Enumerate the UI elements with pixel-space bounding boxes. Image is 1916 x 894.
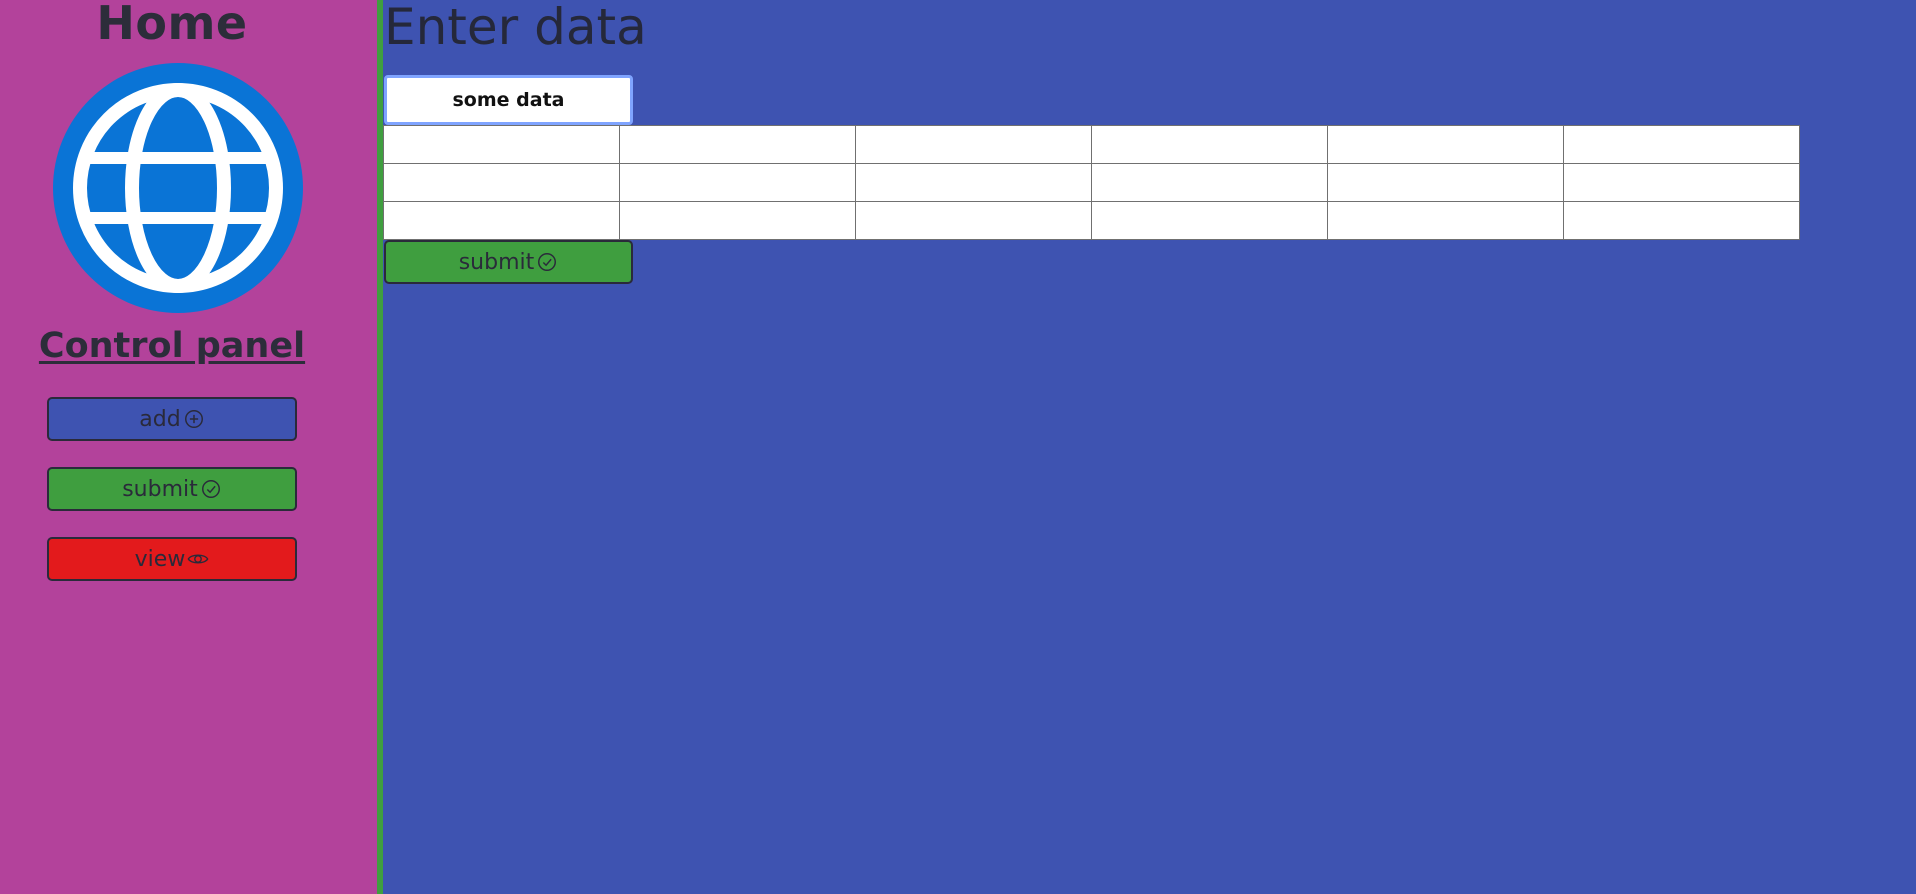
sidebar: Home Control panel add submit view xyxy=(0,0,377,894)
data-table xyxy=(383,125,1800,240)
add-button-label: add xyxy=(139,406,181,432)
table-cell[interactable] xyxy=(619,201,856,240)
plus-circle-icon xyxy=(183,408,205,430)
page-title: Enter data xyxy=(384,0,647,56)
table-row xyxy=(383,125,1800,164)
table-cell[interactable] xyxy=(383,201,620,240)
table-cell[interactable] xyxy=(619,125,856,164)
table-cell[interactable] xyxy=(383,125,620,164)
globe-icon xyxy=(53,63,303,313)
table-row xyxy=(383,163,1800,202)
home-title: Home xyxy=(96,0,248,50)
submit-button-label: submit xyxy=(458,249,535,275)
view-button[interactable]: view xyxy=(47,537,297,581)
table-cell[interactable] xyxy=(1091,125,1328,164)
table-cell[interactable] xyxy=(855,201,1092,240)
table-cell[interactable] xyxy=(1327,201,1564,240)
table-cell[interactable] xyxy=(1091,163,1328,202)
view-button-label: view xyxy=(134,546,186,572)
table-cell[interactable] xyxy=(619,163,856,202)
sidebar-submit-button[interactable]: submit xyxy=(47,467,297,511)
check-circle-icon xyxy=(536,251,558,273)
table-cell[interactable] xyxy=(383,163,620,202)
table-cell[interactable] xyxy=(1327,125,1564,164)
table-cell[interactable] xyxy=(1563,163,1800,202)
sidebar-submit-label: submit xyxy=(122,476,198,502)
table-cell[interactable] xyxy=(855,163,1092,202)
table-cell[interactable] xyxy=(1563,125,1800,164)
control-panel-title: Control panel xyxy=(38,326,306,366)
table-row xyxy=(383,201,1800,240)
check-circle-icon xyxy=(200,478,222,500)
data-input[interactable] xyxy=(384,75,633,125)
submit-button[interactable]: submit xyxy=(384,240,633,284)
add-button[interactable]: add xyxy=(47,397,297,441)
table-cell[interactable] xyxy=(855,125,1092,164)
eye-icon xyxy=(187,548,209,570)
table-cell[interactable] xyxy=(1091,201,1328,240)
table-cell[interactable] xyxy=(1563,201,1800,240)
table-cell[interactable] xyxy=(1327,163,1564,202)
